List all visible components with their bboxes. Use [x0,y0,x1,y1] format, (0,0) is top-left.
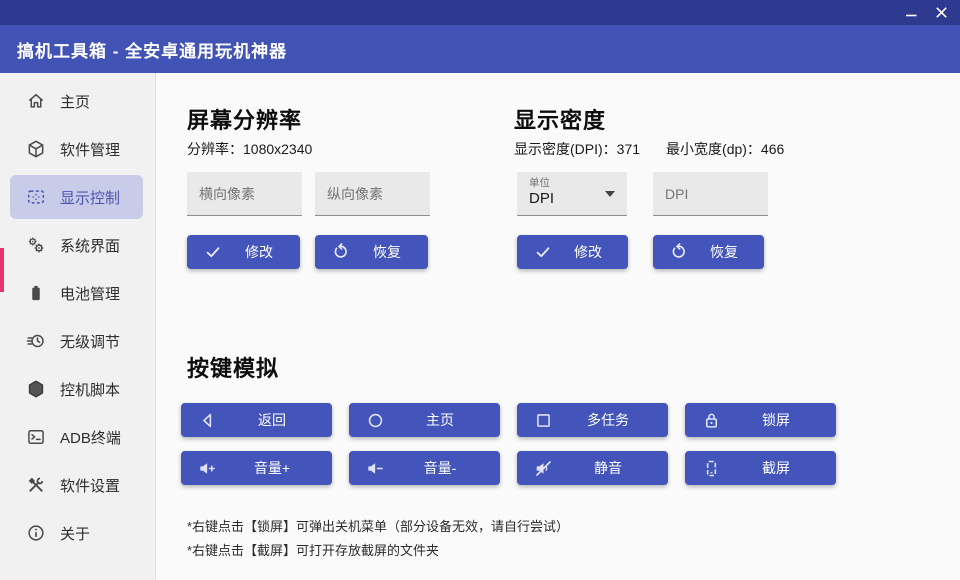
sidebar-item-label: 电池管理 [60,283,120,304]
display-icon [26,187,46,207]
sidebar-item-label: 控机脚本 [60,379,120,400]
sidebar-item-battery[interactable]: 电池管理 [10,271,143,315]
lock-icon [700,409,722,431]
button-label: 修改 [554,242,628,262]
key-screenshot-button[interactable]: 截屏 [685,451,836,485]
screenshot-icon [700,457,722,479]
sidebar-item-display-control[interactable]: 显示控制 [10,175,143,219]
package-icon [26,139,46,159]
sidebar-item-label: 软件设置 [60,475,120,496]
button-label: 主页 [386,410,500,430]
sidebar-item-label: 系统界面 [60,235,120,256]
key-lock-button[interactable]: 锁屏 [685,403,836,437]
sidebar-item-settings[interactable]: 软件设置 [10,463,143,507]
density-modify-button[interactable]: 修改 [517,235,628,269]
recents-icon [532,409,554,431]
density-unit-select[interactable]: 单位 DPI [517,172,627,216]
tools-icon [26,475,46,495]
sidebar-item-label: 主页 [60,91,90,112]
sidebar-item-label: 关于 [60,523,90,544]
minimize-button[interactable] [896,0,926,25]
button-label: 截屏 [722,458,836,478]
resolution-width-input[interactable] [187,172,302,216]
sidebar-item-label: 无级调节 [60,331,120,352]
chevron-down-icon [605,191,615,197]
close-icon [936,7,947,18]
unit-value: DPI [529,189,617,209]
sidebar: 主页 软件管理 显示控制 系统界面 电池管理 无级调节 控机脚本 [0,73,155,580]
button-label: 返回 [218,410,332,430]
key-back-button[interactable]: 返回 [181,403,332,437]
mute-icon [532,457,554,479]
density-restore-button[interactable]: 恢复 [653,235,764,269]
home-circle-icon [364,409,386,431]
sidebar-item-home[interactable]: 主页 [10,79,143,123]
sidebar-item-about[interactable]: 关于 [10,511,143,555]
hexagon-icon [26,379,46,399]
screenshot-note: *右键点击【截屏】可打开存放截屏的文件夹 [187,540,439,559]
key-mute-button[interactable]: 静音 [517,451,668,485]
button-label: 多任务 [554,410,668,430]
active-item-indicator [0,248,4,292]
button-label: 音量- [386,458,500,478]
unit-label: 单位 [529,177,617,189]
lock-screen-note: *右键点击【锁屏】可弹出关机菜单（部分设备无效，请自行尝试） [187,516,569,535]
density-section-title: 显示密度 [514,103,606,135]
battery-icon [26,283,46,303]
sidebar-item-stepless-adjust[interactable]: 无级调节 [10,319,143,363]
density-value-input[interactable] [653,172,768,216]
gears-icon [26,235,46,255]
home-icon [26,91,46,111]
key-home-button[interactable]: 主页 [349,403,500,437]
restore-icon [330,241,352,263]
terminal-icon [26,427,46,447]
button-label: 修改 [224,242,300,262]
close-button[interactable] [926,0,956,25]
back-icon [196,409,218,431]
titlebar [0,0,960,25]
button-label: 恢复 [690,242,764,262]
check-icon [202,241,224,263]
button-label: 恢复 [352,242,428,262]
resolution-restore-button[interactable]: 恢复 [315,235,428,269]
button-label: 音量+ [218,458,332,478]
app-header: 搞机工具箱 - 全安卓通用玩机神器 [0,25,960,73]
resolution-modify-button[interactable]: 修改 [187,235,300,269]
info-icon [26,523,46,543]
button-label: 静音 [554,458,668,478]
restore-icon [668,241,690,263]
speed-clock-icon [26,331,46,351]
key-volume-down-button[interactable]: 音量- [349,451,500,485]
sidebar-item-label: 显示控制 [60,187,120,208]
minimize-icon [906,7,917,18]
sidebar-item-label: 软件管理 [60,139,120,160]
key-volume-up-button[interactable]: 音量+ [181,451,332,485]
button-label: 锁屏 [722,410,836,430]
density-min-width-value: 最小宽度(dp)：466 [666,141,784,157]
check-icon [532,241,554,263]
key-recents-button[interactable]: 多任务 [517,403,668,437]
volume-up-icon [196,457,218,479]
sidebar-item-script[interactable]: 控机脚本 [10,367,143,411]
resolution-current-value: 分辨率：1080x2340 [187,139,312,159]
volume-down-icon [364,457,386,479]
sidebar-item-software-management[interactable]: 软件管理 [10,127,143,171]
density-info: 显示密度(DPI)：371 最小宽度(dp)：466 [514,139,810,159]
density-dpi-value: 显示密度(DPI)：371 [514,141,640,157]
resolution-height-input[interactable] [315,172,430,216]
sidebar-item-adb-terminal[interactable]: ADB终端 [10,415,143,459]
app-title: 搞机工具箱 - 全安卓通用玩机神器 [17,37,287,62]
keysim-section-title: 按键模拟 [187,351,279,383]
main-content: 屏幕分辨率 分辨率：1080x2340 修改 恢复 显示密度 显示密度(DPI)… [155,73,960,580]
sidebar-item-system-ui[interactable]: 系统界面 [10,223,143,267]
resolution-section-title: 屏幕分辨率 [187,103,302,135]
sidebar-item-label: ADB终端 [60,427,121,448]
